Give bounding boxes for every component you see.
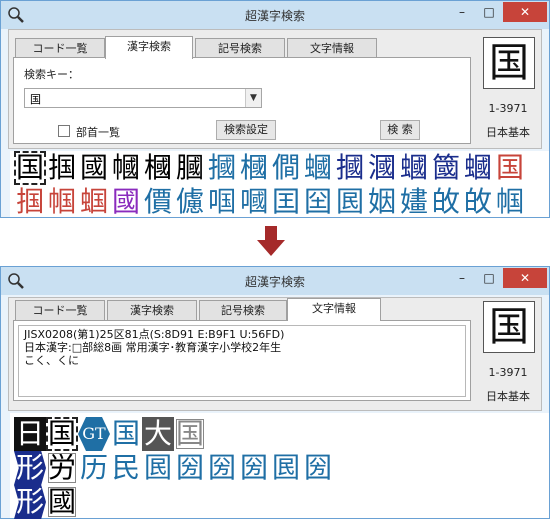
char-code: 1-3971 [488, 366, 528, 379]
variant-char[interactable]: 日 [14, 417, 46, 451]
variant-char[interactable]: GT [78, 417, 110, 451]
transition-area [0, 218, 550, 266]
info-panel: JISX0208(第1)25区81点(S:8D91 E:B9F1 U:56FD)… [13, 320, 471, 401]
tab-kanji-search[interactable]: 漢字検索 [107, 300, 197, 320]
maximize-button[interactable]: □ [476, 2, 502, 22]
search-key-combobox[interactable]: 国 ▼ [24, 88, 262, 108]
radical-list-label: 部首一覧 [76, 126, 120, 139]
result-char[interactable]: 摑 [206, 151, 238, 185]
result-char[interactable]: 囻 [334, 185, 366, 219]
info-line-class: 日本漢字:□部総8画 常用漢字･教育漢字小学校2年生 [24, 341, 282, 354]
selected-char-preview: 国 [483, 301, 535, 353]
variant-char[interactable]: 民 [110, 451, 142, 485]
tab-char-info[interactable]: 文字情報 [287, 38, 377, 58]
result-char[interactable]: 僴 [270, 151, 302, 185]
result-char[interactable]: 掴 [46, 151, 78, 185]
variant-char[interactable]: 国 [174, 417, 206, 451]
result-char[interactable]: 國 [110, 185, 142, 219]
result-char[interactable]: 掴 [14, 185, 46, 219]
char-code: 1-3971 [488, 102, 528, 115]
result-char[interactable]: 嘓 [238, 185, 270, 219]
variant-char[interactable]: 圀 [238, 451, 270, 485]
variant-char[interactable]: 形 [14, 485, 46, 519]
result-char[interactable]: 帼 [494, 185, 526, 219]
variant-char[interactable]: 國 [46, 485, 78, 519]
result-row: 国掴國幗槶膕摑槶僴蟈摑漍蟈簂蟈国 [14, 151, 526, 185]
variant-row: 形労历民囻圀圀圀囻圀 [14, 451, 334, 485]
client-area: コード一覧 漢字検索 記号検索 文字情報 JISX0208(第1)25区81点(… [8, 297, 542, 411]
client-area: コード一覧 漢字検索 記号検索 文字情報 検索キー： 国 ▼ 部首一覧 検索設定… [8, 29, 542, 149]
tab-char-info[interactable]: 文字情報 [287, 298, 381, 321]
result-char[interactable]: 儢 [174, 185, 206, 219]
tab-code-list[interactable]: コード一覧 [15, 300, 105, 320]
result-char[interactable]: 囶 [302, 185, 334, 219]
result-char[interactable]: 槶 [142, 151, 174, 185]
char-info-textbox[interactable]: JISX0208(第1)25区81点(S:8D91 E:B9F1 U:56FD)… [18, 325, 466, 397]
search-key-label: 検索キー： [24, 68, 79, 81]
result-char[interactable]: 帼 [46, 185, 78, 219]
minimize-button[interactable]: – [449, 268, 475, 288]
char-standard: 日本基本 [486, 390, 530, 403]
variant-char[interactable]: 国 [46, 417, 78, 451]
search-settings-button[interactable]: 検索設定 [216, 120, 276, 140]
variant-char[interactable]: 大 [142, 417, 174, 451]
title-bar: 超漢字検索 – □ ✕ [1, 267, 549, 295]
result-char[interactable]: 摑 [334, 151, 366, 185]
search-panel: 検索キー： 国 ▼ 部首一覧 検索設定 検 索 [13, 57, 471, 144]
result-row: 掴帼蝈國價儢啯嘓囯囶囻姻嫿敀敀帼 [14, 185, 526, 219]
variant-char[interactable]: 囻 [270, 451, 302, 485]
result-char[interactable]: 漍 [366, 151, 398, 185]
result-char[interactable]: 國 [78, 151, 110, 185]
minimize-button[interactable]: – [449, 2, 475, 22]
variant-char[interactable]: 圀 [302, 451, 334, 485]
search-key-value: 国 [30, 93, 41, 106]
result-char[interactable]: 囯 [270, 185, 302, 219]
result-char[interactable]: 敀 [462, 185, 494, 219]
selected-char-preview: 国 [483, 37, 535, 89]
radical-list-checkbox[interactable] [58, 125, 70, 137]
arrow-down-icon [257, 226, 285, 256]
variant-grid: 日国 GT 国大国 形労历民囻圀圀圀囻圀 形國 [10, 413, 549, 519]
result-char[interactable]: 姻 [366, 185, 398, 219]
search-button[interactable]: 検 索 [380, 120, 420, 140]
result-char[interactable]: 国 [14, 151, 46, 185]
tab-symbol-search[interactable]: 記号検索 [199, 300, 287, 320]
result-grid: 国掴國幗槶膕摑槶僴蟈摑漍蟈簂蟈国 掴帼蝈國價儢啯嘓囯囶囻姻嫿敀敀帼 [10, 151, 549, 219]
info-window: 超漢字検索 – □ ✕ コード一覧 漢字検索 記号検索 文字情報 JISX020… [0, 266, 550, 519]
result-char[interactable]: 啯 [206, 185, 238, 219]
tab-kanji-search[interactable]: 漢字検索 [105, 36, 193, 59]
variant-char[interactable]: 囻 [142, 451, 174, 485]
result-char[interactable]: 價 [142, 185, 174, 219]
result-char[interactable]: 蟈 [398, 151, 430, 185]
variant-row: 形國 [14, 485, 78, 519]
maximize-button[interactable]: □ [476, 268, 502, 288]
variant-char[interactable]: 历 [78, 451, 110, 485]
search-window: 超漢字検索 – □ ✕ コード一覧 漢字検索 記号検索 文字情報 検索キー： 国… [0, 0, 550, 218]
tab-code-list[interactable]: コード一覧 [15, 38, 105, 58]
variant-char[interactable]: 形 [14, 451, 46, 485]
close-button[interactable]: ✕ [503, 268, 547, 288]
result-char[interactable]: 国 [494, 151, 526, 185]
info-line-code: JISX0208(第1)25区81点(S:8D91 E:B9F1 U:56FD) [24, 328, 285, 341]
result-char[interactable]: 膕 [174, 151, 206, 185]
result-char[interactable]: 幗 [110, 151, 142, 185]
variant-char[interactable]: 国 [110, 417, 142, 451]
result-char[interactable]: 槶 [238, 151, 270, 185]
char-standard: 日本基本 [486, 126, 530, 139]
result-char[interactable]: 敀 [430, 185, 462, 219]
chevron-down-icon[interactable]: ▼ [245, 89, 261, 107]
info-line-reading: こく、くに [24, 354, 79, 367]
title-bar: 超漢字検索 – □ ✕ [1, 1, 549, 29]
variant-char[interactable]: 圀 [206, 451, 238, 485]
close-button[interactable]: ✕ [503, 2, 547, 22]
result-char[interactable]: 蟈 [462, 151, 494, 185]
result-char[interactable]: 嫿 [398, 185, 430, 219]
result-char[interactable]: 蟈 [302, 151, 334, 185]
result-char[interactable]: 蝈 [78, 185, 110, 219]
tab-symbol-search[interactable]: 記号検索 [195, 38, 285, 58]
variant-char[interactable]: 労 [46, 451, 78, 485]
variant-char[interactable]: 圀 [174, 451, 206, 485]
result-char[interactable]: 簂 [430, 151, 462, 185]
variant-row: 日国 GT 国大国 [14, 417, 206, 451]
